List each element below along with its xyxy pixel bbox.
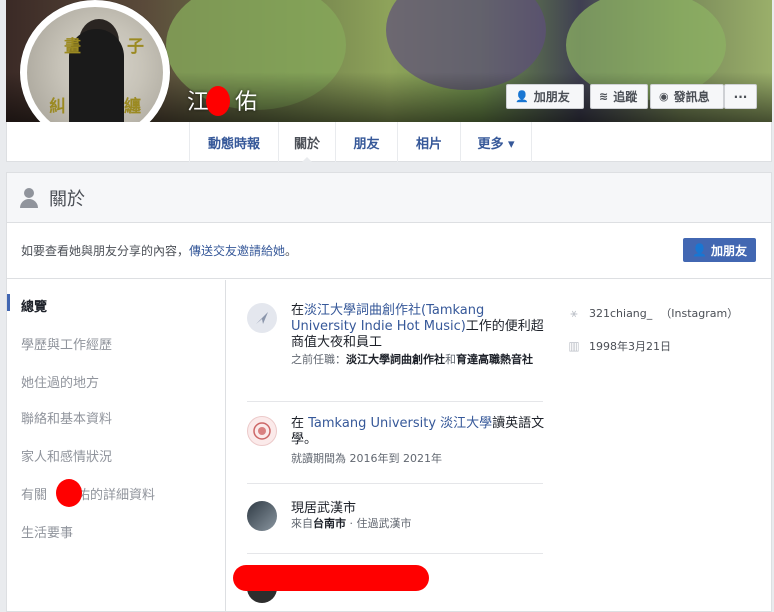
cake-icon: ▥ — [568, 339, 580, 353]
send-request-link[interactable]: 傳送交友邀請給她 — [189, 244, 285, 258]
nav-details-prefix: 有關 — [21, 488, 48, 503]
work-prev-and: 和 — [445, 353, 456, 366]
avatar-text: 子 — [127, 37, 144, 57]
tab-about[interactable]: 關於 — [278, 122, 335, 163]
more-options-button[interactable]: ··· — [724, 84, 757, 109]
about-add-friend-label: 加朋友 — [710, 243, 747, 258]
add-friend-label: 加朋友 — [533, 90, 570, 104]
work-org-link[interactable]: 淡江大學詞曲創作社(Tamkang University Indie Hot M… — [291, 303, 484, 334]
avatar-text: 纏 — [124, 97, 141, 117]
about-section-nav: 總覽 學歷與工作經歷 她住過的地方 聯絡和基本資料 家人和感情狀況 有關 佑的詳細… — [7, 280, 226, 612]
message-button[interactable]: ◉ 發訊息 — [650, 84, 724, 109]
about-header: 關於 — [7, 173, 771, 223]
redaction-mark — [206, 86, 230, 116]
avatar-text: 糾 — [49, 97, 66, 117]
messenger-icon: ◉ — [659, 90, 669, 103]
birthday-info: ▥ 1998年3月21日 — [567, 338, 671, 354]
instagram-info: ⚹ 321chiang_ （Instagram） — [567, 305, 738, 321]
avatar-text: 畫 — [64, 37, 81, 57]
tab-label: 關於 — [293, 136, 320, 152]
instagram-icon: ⚹ — [570, 305, 578, 320]
education-entry: 在 Tamkang University 淡江大學讀英語文學。 就讀期間為 20… — [247, 416, 547, 466]
birthday-text: 1998年3月21日 — [589, 340, 671, 353]
education-title: 在 Tamkang University 淡江大學讀英語文學。 — [291, 416, 547, 448]
redaction-mark — [56, 479, 82, 507]
origin-prefix: 來自 — [291, 517, 313, 530]
residence-origin: 來自台南市 · 住過武漢市 — [291, 517, 547, 531]
city-photo-icon — [247, 501, 277, 531]
add-person-icon: 👤 — [515, 90, 529, 103]
tab-label: 朋友 — [353, 136, 380, 152]
work-briefcase-icon — [247, 303, 277, 333]
about-add-friend-button[interactable]: 👤 加朋友 — [683, 238, 756, 262]
work-prefix: 在 — [291, 303, 305, 318]
entry-divider — [247, 483, 543, 484]
message-label: 發訊息 — [673, 90, 710, 104]
rss-icon: ≋ — [599, 90, 609, 103]
residence-current[interactable]: 現居武漢市 — [291, 501, 547, 517]
friend-prompt: 如要查看她與朋友分享的內容，傳送交友邀請給她。 — [21, 242, 297, 259]
tab-friends[interactable]: 朋友 — [335, 122, 397, 162]
nav-details-suffix: 佑的詳細資料 — [77, 488, 156, 503]
work-entry: 在淡江大學詞曲創作社(Tamkang University Indie Hot … — [247, 303, 547, 383]
origin-city-link[interactable]: 台南市 — [313, 517, 346, 530]
nav-overview[interactable]: 總覽 — [21, 296, 47, 315]
instagram-handle[interactable]: 321chiang_ — [589, 307, 652, 320]
origin-suffix: · 住過武漢市 — [346, 517, 412, 530]
about-panel: 關於 如要查看她與朋友分享的內容，傳送交友邀請給她。 👤 加朋友 總覽 學歷與工… — [6, 172, 772, 612]
education-period: 就讀期間為 2016年到 2021年 — [291, 452, 442, 465]
profile-tab-bar: 動態時報 關於 朋友 相片 更多 ▾ — [6, 122, 772, 163]
work-prev-org-link[interactable]: 淡江大學詞曲創作社 — [346, 353, 445, 366]
profile-name-last: 佑 — [235, 90, 258, 115]
tab-label: 動態時報 — [207, 136, 260, 152]
nav-places[interactable]: 她住過的地方 — [21, 372, 99, 391]
friend-request-bar: 如要查看她與朋友分享的內容，傳送交友邀請給她。 👤 加朋友 — [7, 223, 771, 279]
work-prev-prefix: 之前任職： — [291, 353, 346, 366]
follow-button[interactable]: ≋ 追蹤 — [590, 84, 648, 109]
more-options-label: ··· — [733, 89, 748, 104]
nav-education-work[interactable]: 學歷與工作經歷 — [21, 334, 112, 353]
school-link[interactable]: Tamkang University 淡江大學 — [308, 416, 492, 431]
nav-contact[interactable]: 聯絡和基本資料 — [21, 408, 112, 427]
about-title: 關於 — [49, 188, 85, 210]
work-previous: 之前任職：淡江大學詞曲創作社和育達高職熱音社 — [291, 353, 547, 367]
work-prev-org-link[interactable]: 育達高職熱音社 — [456, 353, 533, 366]
entry-divider — [247, 401, 543, 402]
person-icon — [19, 187, 39, 208]
add-friend-button[interactable]: 👤 加朋友 — [506, 84, 584, 109]
tab-timeline[interactable]: 動態時報 — [189, 122, 278, 162]
instagram-label: （Instagram） — [660, 307, 739, 320]
edu-prefix: 在 — [291, 416, 309, 431]
residence-entry: 現居武漢市 來自台南市 · 住過武漢市 — [247, 501, 547, 541]
school-logo-icon — [247, 416, 277, 446]
tab-label: 更多 ▾ — [477, 136, 515, 152]
follow-label: 追蹤 — [613, 90, 638, 104]
work-title: 在淡江大學詞曲創作社(Tamkang University Indie Hot … — [291, 303, 547, 351]
add-person-icon: 👤 — [692, 243, 707, 257]
tab-photos[interactable]: 相片 — [397, 122, 460, 162]
entry-divider — [247, 553, 543, 554]
nav-active-indicator — [7, 294, 10, 311]
nav-details[interactable]: 有關 佑的詳細資料 — [21, 484, 155, 503]
tab-more[interactable]: 更多 ▾ — [460, 122, 532, 162]
friend-prompt-end: 。 — [285, 244, 298, 258]
nav-family[interactable]: 家人和感情狀況 — [21, 446, 112, 465]
friend-prompt-text: 如要查看她與朋友分享的內容， — [21, 244, 190, 258]
tab-label: 相片 — [415, 136, 442, 152]
redaction-mark — [233, 565, 429, 591]
nav-life-events[interactable]: 生活要事 — [21, 522, 73, 541]
